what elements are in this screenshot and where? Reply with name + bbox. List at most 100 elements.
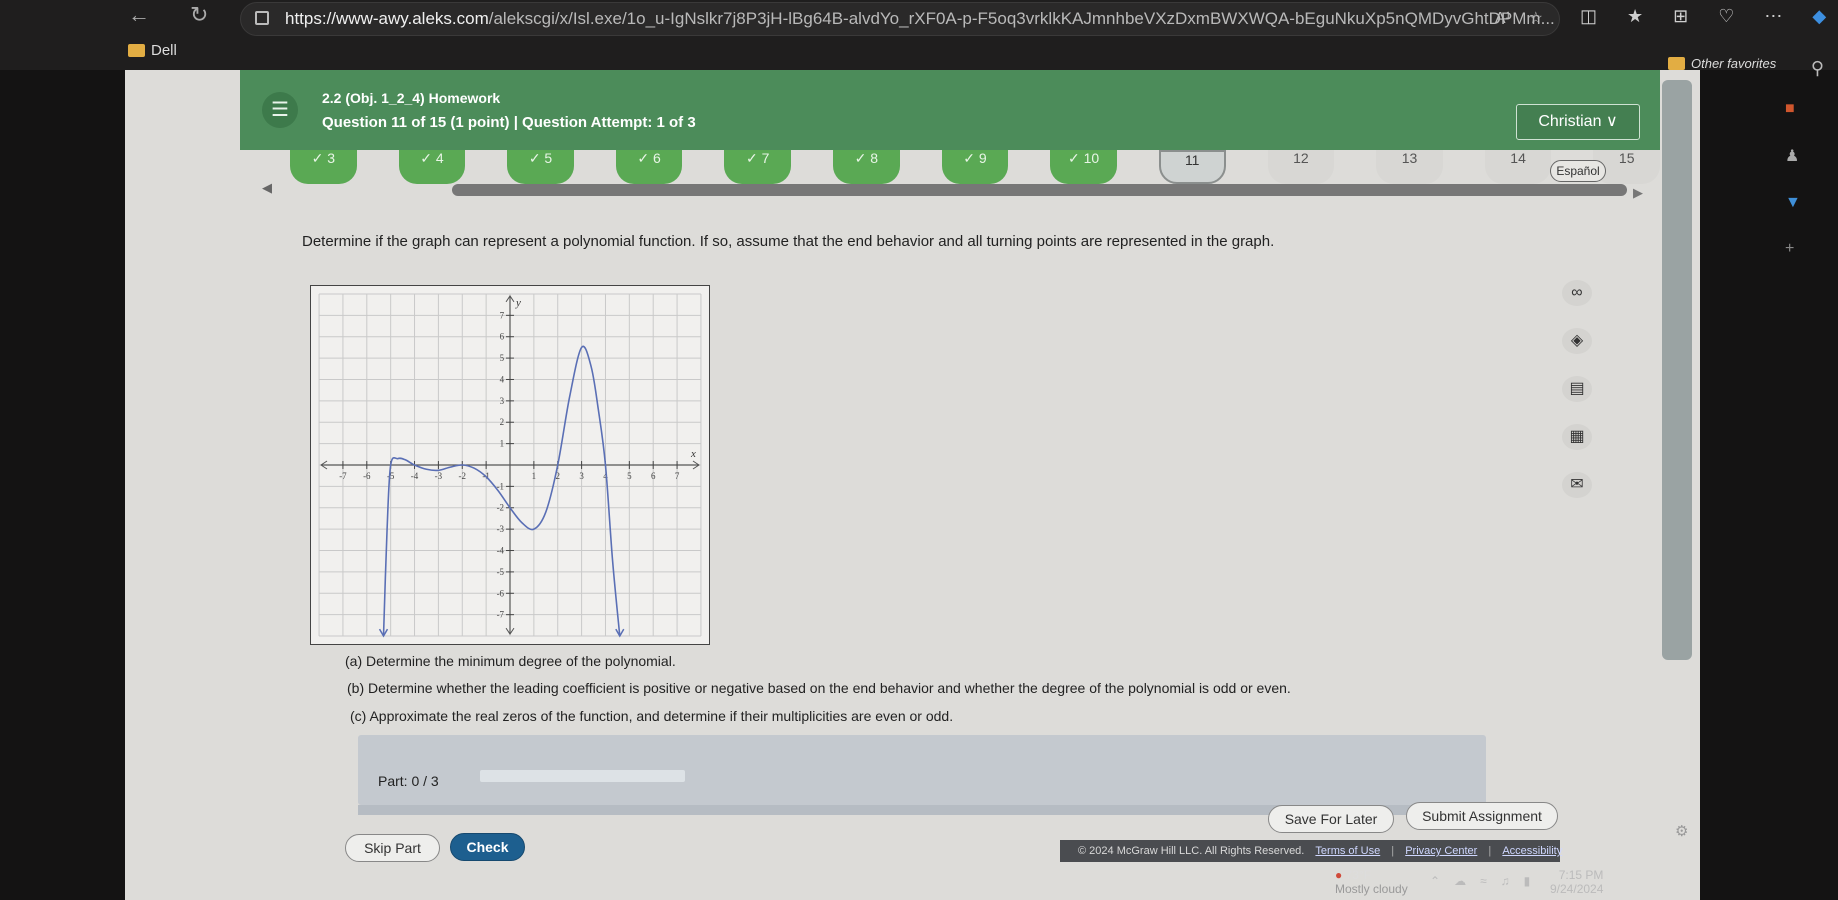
x-tick-label: 3 — [579, 471, 584, 481]
weather-description: Mostly cloudy — [1335, 882, 1408, 896]
folder-icon — [1668, 57, 1685, 70]
check-button[interactable]: Check — [450, 833, 525, 861]
read-aloud-icon[interactable]: A¹ — [1495, 10, 1511, 27]
calculator-icon[interactable]: ▦ — [1562, 424, 1592, 450]
folder-icon — [128, 44, 145, 57]
privacy-link[interactable]: Privacy Center — [1405, 845, 1477, 857]
back-icon[interactable]: ← — [128, 2, 150, 28]
clock[interactable]: 7:15 PM 9/24/2024 — [1550, 868, 1603, 896]
question-nav-item[interactable]: 13 — [1376, 150, 1443, 184]
mail-icon[interactable]: ✉ — [1562, 472, 1592, 498]
scroll-right-icon[interactable]: ▶ — [1633, 185, 1643, 201]
question-nav-item[interactable]: ✓ 4 — [398, 150, 466, 184]
skip-part-button[interactable]: Skip Part — [345, 834, 440, 862]
y-tick-label: -7 — [497, 610, 505, 620]
save-for-later-button[interactable]: Save For Later — [1268, 805, 1394, 833]
search-icon[interactable]: ⚲ — [1811, 58, 1824, 79]
question-nav-item[interactable]: 11 — [1158, 150, 1226, 184]
part-counter: Part: 0 / 3 — [378, 773, 439, 789]
browser-essentials-icon[interactable]: ♡ — [1718, 6, 1734, 27]
user-menu-button[interactable]: Christian ∨ — [1516, 104, 1640, 140]
x-tick-label: -7 — [339, 471, 347, 481]
part-b-text: (b) Determine whether the leading coeffi… — [347, 680, 1291, 696]
favorites-icon[interactable]: ★ — [1627, 6, 1643, 27]
question-prompt: Determine if the graph can represent a p… — [302, 233, 1275, 250]
browser-chrome: ← ↻ https://www-awy.aleks.com/alekscgi/x… — [0, 0, 1838, 78]
time: 7:15 PM — [1558, 868, 1604, 882]
more-icon[interactable]: ⋯ — [1764, 6, 1782, 27]
y-tick-label: 2 — [500, 417, 504, 427]
notes-icon[interactable]: ▤ — [1562, 376, 1592, 402]
copyright: © 2024 McGraw Hill LLC. All Rights Reser… — [1078, 845, 1305, 857]
part-a-text: (a) Determine the minimum degree of the … — [345, 653, 676, 669]
scroll-left-icon[interactable]: ◀ — [262, 180, 272, 196]
question-nav-item[interactable]: ✓ 10 — [1050, 150, 1117, 184]
cloud-icon[interactable]: ☁ — [1454, 874, 1466, 888]
accessibility-link[interactable]: Accessibility — [1502, 845, 1562, 857]
espanol-button[interactable]: Español — [1550, 160, 1606, 182]
wifi-icon[interactable]: ≈ — [1480, 874, 1487, 888]
settings-icon[interactable]: ⚙ — [1675, 822, 1688, 840]
x-tick-label: 7 — [675, 471, 680, 481]
terms-link[interactable]: Terms of Use — [1315, 845, 1380, 857]
question-nav-item[interactable]: ✓ 9 — [941, 150, 1009, 184]
x-axis-label: x — [690, 448, 696, 460]
page-scrollbar[interactable] — [1662, 80, 1692, 660]
homework-title: 2.2 (Obj. 1_2_4) Homework — [322, 90, 501, 106]
favorite-dell[interactable]: Dell — [128, 42, 177, 59]
part-progress-bar — [480, 770, 685, 782]
weather-widget[interactable]: ● 73°F Mostly cloudy — [1335, 868, 1408, 896]
other-favorites-label: Other favorites — [1691, 56, 1777, 71]
question-nav-item[interactable]: ✓ 5 — [507, 150, 574, 184]
menu-icon[interactable]: ☰ — [262, 92, 298, 128]
site-info-icon[interactable] — [255, 11, 269, 25]
refresh-icon[interactable]: ↻ — [190, 2, 208, 28]
question-nav-item[interactable]: 14 — [1484, 150, 1552, 184]
weather-icon: ● — [1335, 868, 1343, 882]
polynomial-graph: x y -7 -6 -5 -4 -3 -2 -1 1 2 3 4 5 6 7 -7 -6 -5 -4 -3 -2 -1 1 2 3… — [310, 285, 710, 645]
collections-icon[interactable]: ⊞ — [1673, 6, 1688, 27]
question-nav-item[interactable]: 12 — [1267, 150, 1335, 184]
url-host: https://www-awy.aleks.com — [285, 9, 489, 28]
y-axis-label: y — [515, 297, 521, 309]
side-toolbar: ∞ ◈ ▤ ▦ ✉ — [1562, 280, 1592, 498]
url-actions: A¹ ☆ — [1495, 3, 1543, 35]
question-nav-item[interactable]: ✓ 7 — [724, 150, 792, 184]
translate-icon[interactable]: ♟ — [1785, 146, 1801, 166]
directions-icon[interactable]: ◈ — [1562, 328, 1592, 354]
add-icon[interactable]: + — [1785, 240, 1801, 258]
glasses-icon[interactable]: ∞ — [1562, 280, 1592, 306]
question-nav-item[interactable]: ✓ 8 — [833, 150, 900, 184]
edge-sidebar: ■ ♟ ▼ + — [1785, 100, 1801, 258]
temperature: 73°F — [1345, 868, 1372, 882]
chevron-up-icon[interactable]: ⌃ — [1430, 874, 1440, 888]
other-favorites[interactable]: Other favorites — [1668, 56, 1776, 71]
x-tick-label: 1 — [532, 471, 536, 481]
x-tick-label: 5 — [627, 471, 632, 481]
assignment-header: ☰ 2.2 (Obj. 1_2_4) Homework Question 11 … — [240, 70, 1660, 150]
question-nav-item[interactable]: ✓ 6 — [615, 150, 683, 184]
question-nav-scrollbar[interactable] — [452, 184, 1627, 196]
system-tray: ⌃ ☁ ≈ ♫ ▮ — [1430, 874, 1530, 888]
x-tick-label: -3 — [435, 471, 443, 481]
separator: | — [1391, 845, 1395, 857]
y-tick-label: 3 — [500, 396, 505, 406]
send-icon[interactable]: ▼ — [1785, 194, 1801, 212]
y-tick-label: 1 — [500, 439, 504, 449]
copilot-icon[interactable]: ◆ — [1812, 6, 1826, 27]
chevron-down-icon: ∨ — [1605, 113, 1618, 130]
split-screen-icon[interactable]: ◫ — [1580, 6, 1597, 27]
x-tick-label: -4 — [411, 471, 419, 481]
question-nav-item[interactable]: ✓ 3 — [290, 150, 357, 184]
tools-icon[interactable]: ■ — [1785, 100, 1801, 118]
submit-assignment-button[interactable]: Submit Assignment — [1406, 802, 1558, 830]
favorite-star-icon[interactable]: ☆ — [1529, 10, 1543, 27]
x-tick-label: -6 — [363, 471, 371, 481]
user-name: Christian — [1538, 113, 1602, 130]
x-tick-label: -5 — [387, 471, 395, 481]
volume-icon[interactable]: ♫ — [1501, 874, 1510, 888]
graph-svg: xy-7 -6 -5 -4 -3 -2 -1 1 2 3 4 5 6 7-7-6-5-4-3-2-1123… — [318, 293, 702, 638]
y-tick-label: 6 — [500, 332, 505, 342]
battery-icon[interactable]: ▮ — [1524, 874, 1531, 888]
address-bar[interactable]: https://www-awy.aleks.com/alekscgi/x/Isl… — [240, 2, 1560, 36]
